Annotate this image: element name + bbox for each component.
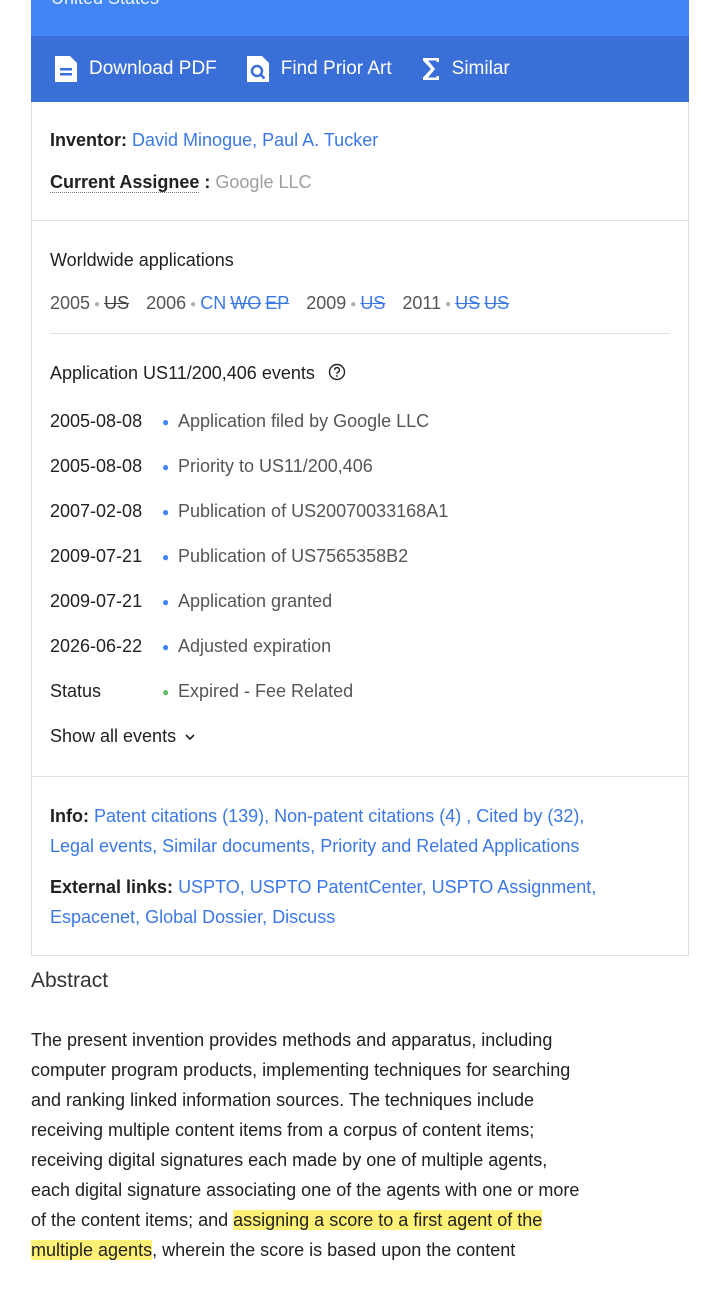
divider (50, 333, 670, 334)
event-row: 2005-08-08 ● Application filed by Google L… (50, 411, 429, 432)
action-bar: Download PDF Find Prior Art Similar (31, 36, 689, 102)
non-patent-citations-link[interactable]: Non-patent citations (4) (274, 806, 461, 826)
event-text: Priority to US11/200,406 (178, 456, 373, 476)
event-text: Application filed by Google LLC (178, 411, 430, 431)
info-section: Info: Patent citations (139), Non-patent… (31, 777, 689, 956)
event-row: 2007-02-08 ● Publication of US20070033168A… (50, 501, 448, 522)
country-wo-2006[interactable]: WO (230, 293, 261, 313)
event-text: Adjusted expiration (178, 636, 332, 656)
event-date: 2009-07-21 (50, 591, 143, 611)
status-value: Expired - Fee Related (178, 681, 354, 701)
event-date: 2007-02-08 (50, 501, 143, 521)
top-bar: United States (31, 0, 689, 36)
bullet-icon: ● (162, 685, 170, 700)
country-us-2005[interactable]: US (104, 293, 129, 313)
year-2009: 2009 (306, 293, 347, 313)
assignee-row: Current Assignee : Google LLC (50, 172, 311, 193)
abstract-title: Abstract (31, 969, 109, 992)
events-title-row: Application US11/200,406 events (50, 363, 346, 384)
bullet-icon: ● (162, 460, 170, 475)
prior-art-icon (246, 56, 269, 82)
dot-icon: ● (190, 298, 197, 310)
country-us-2011-b[interactable]: US (484, 293, 509, 313)
info-row-2: Legal events, Similar documents, Priorit… (50, 836, 580, 856)
event-row: 2009-07-21 ● Application granted (50, 591, 332, 612)
find-prior-art-button[interactable]: Find Prior Art (245, 54, 392, 84)
help-icon[interactable] (328, 363, 346, 381)
similar-button[interactable]: Similar (420, 55, 510, 83)
bullet-icon: ● (162, 595, 170, 610)
event-date: 2005-08-08 (50, 456, 143, 476)
assignee-label: Current Assignee (50, 172, 200, 193)
event-text: Application granted (178, 591, 333, 611)
dot-icon: ● (94, 298, 101, 310)
abstract-part-1: The present invention provides methods a… (31, 1030, 580, 1230)
external-links-row-1: External links: USPTO, USPTO PatentCente… (50, 877, 597, 897)
similar-label: Similar (451, 58, 510, 79)
external-links-label: External links: (50, 877, 174, 897)
assignee-colon: : (204, 172, 211, 192)
event-date: 2009-07-21 (50, 546, 143, 566)
pdf-icon (55, 56, 77, 82)
year-2005: 2005 (50, 293, 91, 313)
download-pdf-button[interactable]: Download PDF (53, 54, 217, 84)
people-section: Inventor: David Minogue, Paul A. Tucker … (31, 102, 689, 221)
global-dossier-link[interactable]: Global Dossier (145, 907, 262, 927)
year-2006: 2006 (146, 293, 187, 313)
bullet-icon: ● (162, 640, 170, 655)
status-row: Status ● Expired - Fee Related (50, 681, 353, 702)
inventor-link-1[interactable]: David Minogue (132, 130, 252, 150)
external-links-row-2: Espacenet, Global Dossier, Discuss (50, 907, 336, 927)
inventor-link-2[interactable]: Paul A. Tucker (262, 130, 378, 150)
show-all-events-label: Show all events (50, 726, 177, 746)
event-date: 2026-06-22 (50, 636, 143, 656)
info-row-1: Info: Patent citations (139), Non-patent… (50, 806, 585, 826)
event-text: Publication of US7565358B2 (178, 546, 409, 566)
inventor-label: Inventor: (50, 130, 128, 150)
info-label: Info: (50, 806, 89, 826)
bullet-icon: ● (162, 415, 170, 430)
similar-documents-link[interactable]: Similar documents (162, 836, 310, 856)
country-us-2009[interactable]: US (360, 293, 385, 313)
worldwide-title: Worldwide applications (50, 250, 234, 270)
abstract-text: The present invention provides methods a… (31, 1025, 591, 1265)
inventor-separator: , (252, 130, 258, 150)
applications-section: Worldwide applications 2005 ● US 2006 ● CN WO… (31, 221, 689, 777)
events-title: Application US11/200,406 events (50, 363, 315, 383)
bullet-icon: ● (162, 505, 170, 520)
event-row: 2026-06-22 ● Adjusted expiration (50, 636, 331, 657)
assignee-value: Google LLC (215, 172, 312, 192)
dot-icon: ● (350, 298, 357, 310)
find-prior-art-label: Find Prior Art (280, 58, 392, 79)
country-us-2011-a[interactable]: US (455, 293, 480, 313)
priority-applications-link[interactable]: Priority and Related Applications (320, 836, 579, 856)
patent-citations-link[interactable]: Patent citations (139) (94, 806, 264, 826)
event-date: 2005-08-08 (50, 411, 143, 431)
country-ep-2006[interactable]: EP (265, 293, 289, 313)
legal-events-link[interactable]: Legal events (50, 836, 152, 856)
chevron-down-icon (185, 734, 195, 741)
uspto-link[interactable]: USPTO (178, 877, 240, 897)
country-cn-2006[interactable]: CN (200, 293, 226, 313)
event-text: Publication of US20070033168A1 (178, 501, 449, 521)
espacenet-link[interactable]: Espacenet (50, 907, 135, 927)
country-label: United States (51, 0, 159, 9)
status-label: Status (50, 681, 102, 701)
year-2011: 2011 (402, 293, 442, 313)
event-row: 2009-07-21 ● Publication of US7565358B2 (50, 546, 408, 567)
show-all-events-button[interactable]: Show all events (50, 726, 196, 747)
sigma-icon (422, 58, 439, 80)
cited-by-link[interactable]: Cited by (32) (476, 806, 579, 826)
uspto-assignment-link[interactable]: USPTO Assignment (432, 877, 592, 897)
dot-icon: ● (445, 298, 452, 310)
discuss-link[interactable]: Discuss (272, 907, 335, 927)
bullet-icon: ● (162, 550, 170, 565)
download-pdf-label: Download PDF (89, 58, 217, 79)
inventor-row: Inventor: David Minogue, Paul A. Tucker (50, 130, 378, 151)
abstract-part-2: , wherein the score is based upon the co… (152, 1240, 516, 1260)
event-row: 2005-08-08 ● Priority to US11/200,406 (50, 456, 373, 477)
uspto-patentcenter-link[interactable]: USPTO PatentCenter (250, 877, 422, 897)
worldwide-years: 2005 ● US 2006 ● CN WO EP 2009 ● US 2011 ● US US (50, 293, 513, 314)
